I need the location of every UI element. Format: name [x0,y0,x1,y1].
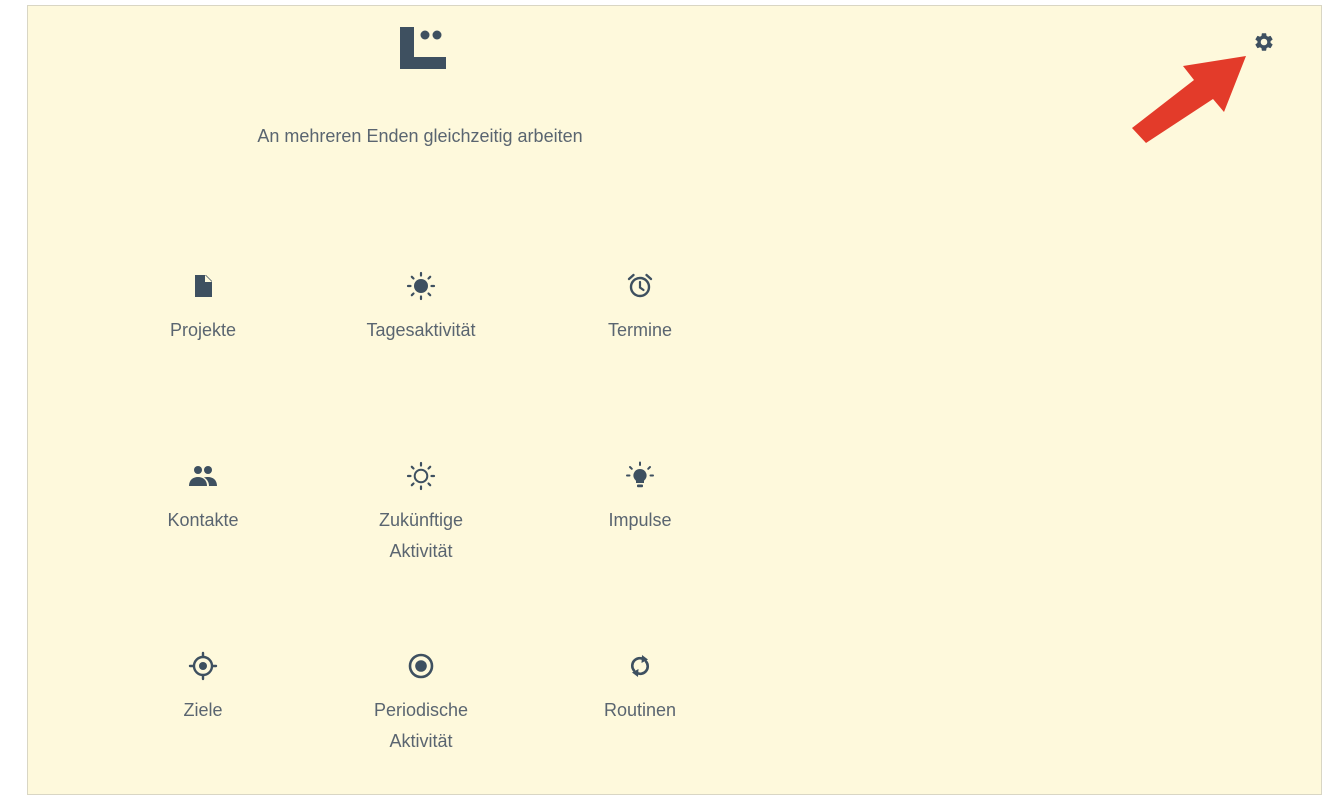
menu-item-label: Tagesaktivität [366,320,476,340]
menu-item-label: Impulse [608,510,672,530]
menu-item-periodische-aktivitaet[interactable]: Periodische Aktivität [336,651,506,757]
menu-item-zukuenftige-aktivitaet[interactable]: Zukünftige Aktivität [336,461,506,567]
menu-item-termine[interactable]: Termine [555,271,725,346]
refresh-icon [631,655,649,677]
menu-item-routinen[interactable]: Routinen [555,651,725,726]
menu-item-label: Projekte [169,320,237,340]
logo-icon [400,27,446,69]
lightbulb-icon [626,461,654,488]
sun-icon [406,271,436,301]
menu-item-label: Periodische Aktivität [373,700,469,751]
menu-item-tagesaktivitaet[interactable]: Tagesaktivität [336,271,506,346]
menu-item-projekte[interactable]: Projekte [118,271,288,346]
menu-item-ziele[interactable]: Ziele [118,651,288,726]
menu-item-label: Zukünftige Aktivität [378,510,464,561]
target-icon [188,651,218,681]
menu-item-impulse[interactable]: Impulse [555,461,725,536]
menu-item-label: Kontakte [167,510,239,530]
menu-item-label: Ziele [183,700,223,720]
app-tagline: An mehreren Enden gleichzeitig arbeiten [257,126,583,146]
sun-outline-icon [406,461,436,491]
menu-item-label: Termine [607,320,673,340]
file-icon [195,275,212,297]
alarm-clock-icon [627,273,653,298]
gear-icon[interactable] [1253,31,1275,53]
people-icon [189,466,217,486]
menu-item-label: Routinen [603,700,677,720]
menu-item-kontakte[interactable]: Kontakte [118,461,288,536]
radio-button-icon [408,653,434,679]
annotation-arrow [1132,56,1246,143]
